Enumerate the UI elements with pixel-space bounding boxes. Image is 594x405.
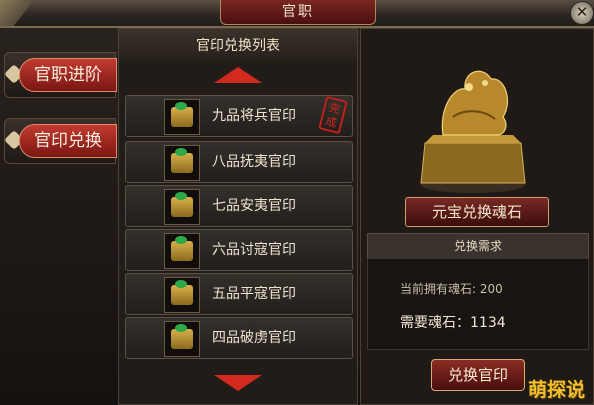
seal-icon-slot [164,233,200,269]
item-label: 五品平寇官印 [212,286,296,302]
item-label: 四品破虏官印 [212,330,296,346]
seal-icon-slot [164,145,200,181]
exchange-seal-button[interactable]: 兑换官印 [431,359,525,391]
item-label: 六品讨寇官印 [212,242,296,258]
title-bar: 官职 ✕ [0,0,594,28]
seal-icon [171,192,193,217]
list-item[interactable]: 八品抚夷官印 [125,141,353,183]
seal-icon [171,148,193,173]
scroll-down-button[interactable] [209,375,267,395]
arrow-down-icon [214,375,262,391]
owned-soulstone-text: 当前拥有魂石: 200 [400,282,503,296]
item-label: 七品安夷官印 [212,198,296,214]
item-label: 八品抚夷官印 [212,154,296,170]
list-item[interactable]: 五品平寇官印 [125,273,353,315]
seal-icon-slot [164,189,200,225]
required-soulstone-text: 需要魂石：1134 [400,315,506,331]
close-icon: ✕ [575,3,589,21]
close-button[interactable]: ✕ [570,1,594,25]
seal-icon-slot [164,277,200,313]
seal-icon-slot [164,99,200,135]
seal-icon [171,324,193,349]
seal-detail-panel: 元宝兑换魂石 兑换需求 当前拥有魂石: 200 需要魂石：1134 兑换官印 [360,28,594,405]
requirement-header: 兑换需求 [367,233,589,259]
list-title: 官印兑换列表 [119,29,357,63]
official-seal-image [420,70,526,193]
tab-seal-exchange[interactable]: 官印兑换 [4,118,117,164]
tab-label: 官职进阶 [19,58,117,92]
window-title: 官职 [220,0,376,25]
game-window: 官职 ✕ 官职进阶 官印兑换 官印兑换列表 九品将兵官印 完成 八品抚夷官印 七… [0,0,594,405]
ingot-convert-button[interactable]: 元宝兑换魂石 [405,197,549,227]
seal-icon-slot [164,321,200,357]
scroll-up-button[interactable] [209,67,267,87]
requirement-box: 当前拥有魂石: 200 需要魂石：1134 [367,258,589,350]
tab-rank-advance[interactable]: 官职进阶 [4,52,117,98]
list-item[interactable]: 九品将兵官印 完成 [125,95,353,137]
list-item[interactable]: 六品讨寇官印 [125,229,353,271]
seal-icon [171,102,193,127]
seal-icon [171,280,193,305]
corner-ornament [0,0,34,26]
list-item[interactable]: 七品安夷官印 [125,185,353,227]
watermark-text: 萌探说 [528,379,586,401]
list-item[interactable]: 四品破虏官印 [125,317,353,359]
seal-icon [171,236,193,261]
arrow-up-icon [214,67,262,83]
tab-label: 官印兑换 [19,124,117,158]
seal-list-panel: 官印兑换列表 九品将兵官印 完成 八品抚夷官印 七品安夷官印 六品讨寇官印 五品… [118,28,358,405]
